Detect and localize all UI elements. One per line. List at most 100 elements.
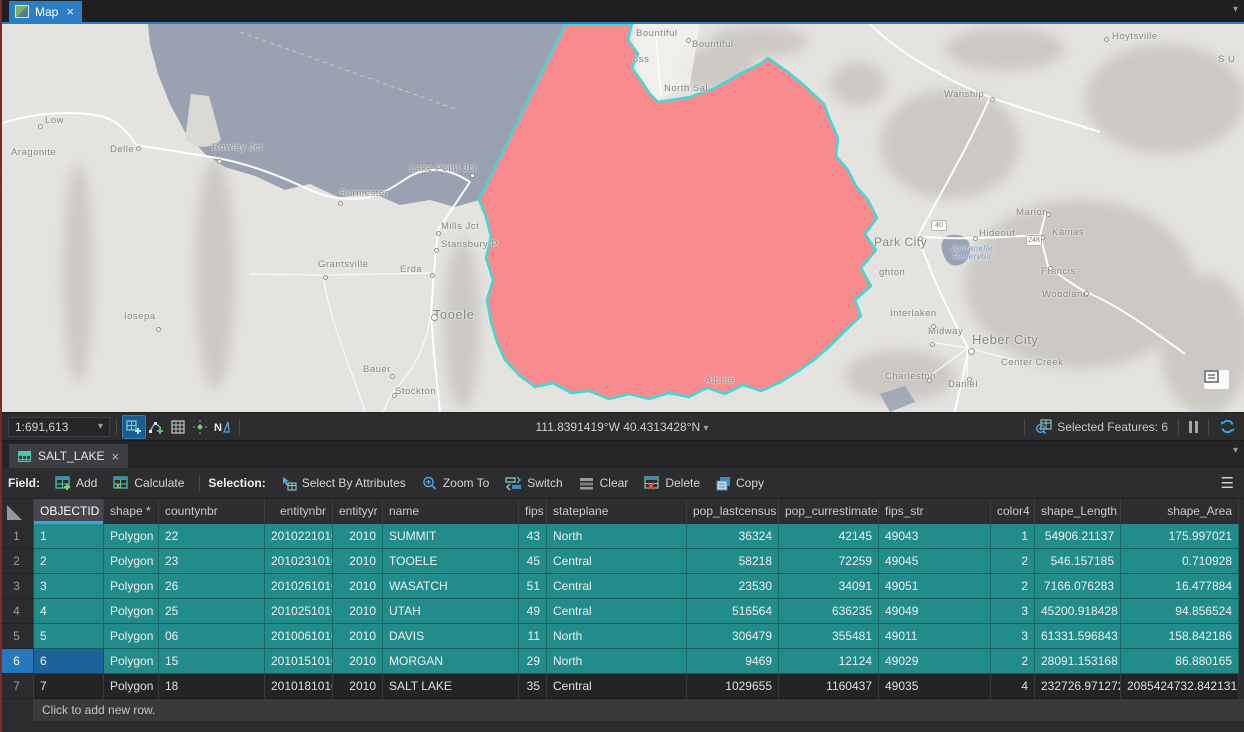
column-header-color4[interactable]: color4: [991, 499, 1035, 524]
grid-button[interactable]: [167, 416, 189, 438]
cell-fips[interactable]: 49: [519, 599, 547, 624]
cell-stateplane[interactable]: North: [547, 649, 687, 674]
cell-pop-lastcensus[interactable]: 36324: [687, 524, 779, 549]
add-field-button[interactable]: Add: [48, 472, 104, 494]
switch-selection-button[interactable]: Switch: [498, 472, 569, 495]
cell-shape-area[interactable]: 158.842186: [1121, 624, 1239, 649]
cell-fips[interactable]: 51: [519, 574, 547, 599]
cell-shape-length[interactable]: 7166.076283: [1035, 574, 1121, 599]
cell-name[interactable]: WASATCH: [383, 574, 519, 599]
cell-fips-str[interactable]: 49035: [879, 674, 991, 699]
table-tab-close-icon[interactable]: ×: [111, 449, 119, 464]
vertex-edit-button[interactable]: [145, 416, 167, 438]
cell-objectid[interactable]: 3: [34, 574, 104, 599]
cell-shape-area[interactable]: 16.477884: [1121, 574, 1239, 599]
cell-shape-area[interactable]: 86.880165: [1121, 649, 1239, 674]
cell-pop-currestimate[interactable]: 1160437: [779, 674, 879, 699]
cell-stateplane[interactable]: Central: [547, 599, 687, 624]
cell-entitynbr[interactable]: 2010151010: [265, 649, 333, 674]
cell-stateplane[interactable]: North: [547, 524, 687, 549]
cell-objectid[interactable]: 2: [34, 549, 104, 574]
cell-shape[interactable]: Polygon: [104, 524, 159, 549]
column-header-fips-str[interactable]: fips_str: [879, 499, 991, 524]
cell-color4[interactable]: 2: [991, 549, 1035, 574]
cell-name[interactable]: UTAH: [383, 599, 519, 624]
cell-countynbr[interactable]: 15: [159, 649, 265, 674]
cell-pop-currestimate[interactable]: 12124: [779, 649, 879, 674]
cell-name[interactable]: TOOELE: [383, 549, 519, 574]
table-options-menu-icon[interactable]: ☰: [1221, 474, 1234, 492]
cell-countynbr[interactable]: 06: [159, 624, 265, 649]
cell-pop-lastcensus[interactable]: 516564: [687, 599, 779, 624]
coordinates-chevron-icon[interactable]: ▾: [703, 423, 708, 434]
cell-entitynbr[interactable]: 2010231010: [265, 549, 333, 574]
table-row[interactable]: 33Polygon2620102610102010WASATCH51Centra…: [0, 574, 1244, 599]
cell-entitynbr[interactable]: 2010061010: [265, 624, 333, 649]
cell-entitynbr[interactable]: 2010251010: [265, 599, 333, 624]
cell-color4[interactable]: 3: [991, 624, 1035, 649]
cell-shape[interactable]: Polygon: [104, 599, 159, 624]
cell-color4[interactable]: 4: [991, 674, 1035, 699]
cell-objectid[interactable]: 7: [34, 674, 104, 699]
cell-countynbr[interactable]: 22: [159, 524, 265, 549]
column-header-stateplane[interactable]: stateplane: [547, 499, 687, 524]
cell-shape-length[interactable]: 45200.918428: [1035, 599, 1121, 624]
cell-entitynbr[interactable]: 2010261010: [265, 574, 333, 599]
add-row-text[interactable]: Click to add new row.: [34, 699, 1244, 721]
table-row[interactable]: 77Polygon1820101810102010SALT LAKE35Cent…: [0, 674, 1244, 699]
column-header-shape-length[interactable]: shape_Length: [1035, 499, 1121, 524]
column-header-shape[interactable]: shape *: [104, 499, 159, 524]
cell-name[interactable]: MORGAN: [383, 649, 519, 674]
cell-countynbr[interactable]: 26: [159, 574, 265, 599]
row-number[interactable]: 4: [0, 599, 34, 624]
cell-fips-str[interactable]: 49051: [879, 574, 991, 599]
cell-shape-length[interactable]: 232726.971272: [1035, 674, 1121, 699]
snap-point-button[interactable]: [189, 416, 211, 438]
cell-entityyr[interactable]: 2010: [333, 674, 383, 699]
cell-pop-lastcensus[interactable]: 9469: [687, 649, 779, 674]
cell-shape[interactable]: Polygon: [104, 674, 159, 699]
column-header-fips[interactable]: fips: [519, 499, 547, 524]
cell-fips[interactable]: 11: [519, 624, 547, 649]
cell-pop-currestimate[interactable]: 636235: [779, 599, 879, 624]
cell-shape-length[interactable]: 28091.153168: [1035, 649, 1121, 674]
cell-name[interactable]: SALT LAKE: [383, 674, 519, 699]
cell-shape-area[interactable]: 0.710928: [1121, 549, 1239, 574]
cell-pop-currestimate[interactable]: 355481: [779, 624, 879, 649]
add-new-row[interactable]: Click to add new row.: [0, 699, 1244, 721]
cell-fips-str[interactable]: 49011: [879, 624, 991, 649]
cell-fips[interactable]: 29: [519, 649, 547, 674]
pause-drawing-button[interactable]: [1189, 421, 1198, 433]
cell-shape-area[interactable]: 94.856524: [1121, 599, 1239, 624]
table-row[interactable]: 44Polygon2520102510102010UTAH49Central51…: [0, 599, 1244, 624]
cell-entityyr[interactable]: 2010: [333, 599, 383, 624]
cell-name[interactable]: DAVIS: [383, 624, 519, 649]
refresh-icon[interactable]: [1219, 418, 1236, 435]
cell-pop-lastcensus[interactable]: 1029655: [687, 674, 779, 699]
table-row[interactable]: 66Polygon1520101510102010MORGAN29North94…: [0, 649, 1244, 674]
cell-pop-currestimate[interactable]: 34091: [779, 574, 879, 599]
cell-pop-currestimate[interactable]: 72259: [779, 549, 879, 574]
tab-list-chevron-icon[interactable]: ▾: [1233, 4, 1238, 15]
cell-color4[interactable]: 1: [991, 524, 1035, 549]
cell-fips[interactable]: 45: [519, 549, 547, 574]
row-number[interactable]: 7: [0, 674, 34, 699]
map-notes-button[interactable]: [1203, 369, 1230, 390]
cell-entityyr[interactable]: 2010: [333, 624, 383, 649]
calculate-field-button[interactable]: x Calculate: [106, 472, 191, 494]
tab-map[interactable]: Map ×: [9, 1, 82, 22]
table-row[interactable]: 22Polygon2320102310102010TOOELE45Central…: [0, 549, 1244, 574]
cell-fips[interactable]: 35: [519, 674, 547, 699]
cell-entityyr[interactable]: 2010: [333, 574, 383, 599]
cell-color4[interactable]: 2: [991, 574, 1035, 599]
row-number[interactable]: 6: [0, 649, 34, 674]
cell-entitynbr[interactable]: 2010181010: [265, 674, 333, 699]
cell-fips-str[interactable]: 49029: [879, 649, 991, 674]
map-view[interactable]: BountifulBountifulossNorth SalHoytsville…: [0, 22, 1244, 412]
cell-entitynbr[interactable]: 2010221010: [265, 524, 333, 549]
cell-color4[interactable]: 3: [991, 599, 1035, 624]
cell-entityyr[interactable]: 2010: [333, 549, 383, 574]
table-row[interactable]: 11Polygon2220102210102010SUMMIT43North36…: [0, 524, 1244, 549]
cell-objectid[interactable]: 1: [34, 524, 104, 549]
column-header-countynbr[interactable]: countynbr: [159, 499, 265, 524]
